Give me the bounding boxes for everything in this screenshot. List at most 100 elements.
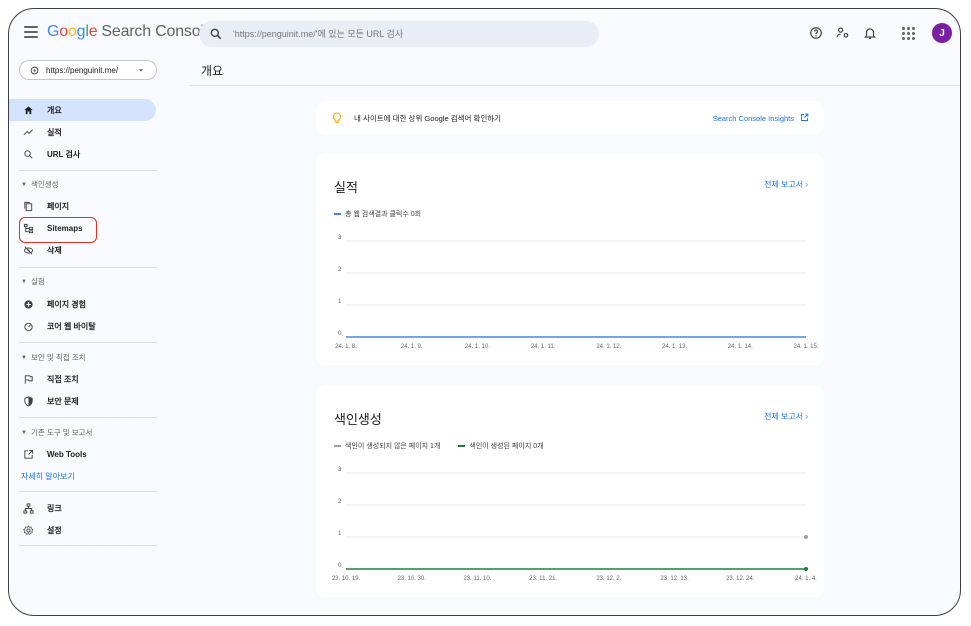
flag-icon	[23, 374, 34, 385]
sidebar-item-label: 삭제	[47, 245, 62, 255]
y-tick-label: 0	[338, 331, 342, 337]
sidebar-item-label: 페이지	[47, 201, 70, 211]
series-point	[804, 567, 808, 571]
x-tick-label: 23. 11. 10.	[463, 576, 491, 582]
x-tick-label: 24. 1. 11.	[531, 344, 556, 350]
sidebar-item-overview[interactable]: 개요	[9, 99, 156, 121]
x-tick-label: 23. 12. 13.	[660, 576, 689, 582]
legend-label: 총 웹 검색결과 클릭수 0회	[345, 211, 422, 218]
apps-button[interactable]	[896, 21, 920, 45]
search-input[interactable]	[233, 29, 573, 39]
divider	[19, 342, 157, 343]
y-tick-label: 3	[338, 467, 342, 473]
apps-grid-icon	[901, 26, 915, 40]
x-tick-label: 23. 10. 30.	[398, 576, 427, 582]
learn-more-link[interactable]: 자세히 알아보기	[21, 471, 75, 482]
help-button[interactable]	[804, 21, 828, 45]
shield-icon	[23, 395, 34, 407]
account-settings-button[interactable]	[831, 21, 855, 45]
property-selector[interactable]: https://penguinit.me/	[19, 60, 157, 80]
pages-icon	[23, 201, 34, 212]
manage-accounts-icon	[836, 27, 849, 38]
legend-swatch	[334, 213, 341, 215]
app-window: GoogleSearch Console J https://peng	[8, 8, 961, 616]
sidebar-item-links[interactable]: 링크	[13, 497, 155, 519]
indexing-title: 색인생성	[334, 412, 382, 427]
bell-icon	[863, 28, 877, 39]
search-icon	[210, 28, 222, 40]
section-experience[interactable]: ▼ 실험	[21, 276, 45, 287]
help-icon	[810, 27, 822, 39]
sidebar-item-label: 개요	[47, 105, 62, 115]
divider	[19, 417, 157, 418]
logo-letter: o	[67, 23, 77, 40]
sidebar-item-label: URL 검사	[47, 149, 81, 159]
divider	[19, 267, 157, 268]
section-title: 실험	[30, 277, 45, 286]
logo-letter: G	[47, 23, 60, 40]
logo-letter: o	[59, 23, 68, 40]
sidebar-item-security-issues[interactable]: 보안 문제	[13, 390, 155, 412]
menu-icon[interactable]	[24, 26, 38, 38]
legend-item[interactable]: 색인이 생성된 페이지 0개	[458, 441, 544, 451]
performance-title: 실적	[334, 180, 358, 195]
x-tick-label: 24. 1. 13.	[662, 344, 687, 350]
notifications-button[interactable]	[858, 21, 882, 45]
top-actions: J	[801, 21, 952, 45]
sidebar-item-core-web-vitals[interactable]: 코어 웹 바이탈	[13, 315, 155, 337]
y-tick-label: 1	[338, 299, 342, 305]
sidebar-item-settings[interactable]: 설정	[13, 519, 155, 541]
property-url: https://penguinit.me/	[46, 65, 119, 75]
section-security[interactable]: ▼ 보안 및 직접 조치	[21, 352, 86, 363]
sidebar-item-label: 실적	[47, 127, 62, 137]
report-link-label: 전체 보고서	[764, 412, 804, 421]
app-logo[interactable]: Google Search Console	[47, 23, 213, 41]
logo-letter: e	[88, 23, 98, 40]
sidebar-item-page-experience[interactable]: 페이지 경험	[13, 293, 155, 315]
x-tick-label: 24. 1. 4.	[795, 576, 817, 582]
section-title: 보안 및 직접 조치	[30, 353, 86, 362]
performance-card: 실적 전체 보고서 › 총 웹 검색결과 클릭수 0회 0 1 2 3 24. 1. 8…	[316, 153, 824, 365]
y-tick-label: 3	[338, 235, 342, 241]
sidebar-item-pages[interactable]: 페이지	[13, 195, 155, 217]
sidebar-item-label: 설정	[47, 525, 62, 535]
open-in-new-icon[interactable]	[800, 113, 809, 122]
x-tick-label: 24. 1. 8.	[335, 344, 357, 350]
chevron-down-icon	[139, 69, 143, 72]
url-inspect-search[interactable]	[199, 21, 599, 47]
indexing-full-report-link[interactable]: 전체 보고서 ›	[764, 411, 808, 422]
top-bar: GoogleSearch Console J	[9, 9, 960, 57]
caret-down-icon: ▼	[21, 354, 27, 361]
x-tick-label: 24. 1. 12.	[596, 344, 621, 350]
legend-item[interactable]: 총 웹 검색결과 클릭수 0회	[334, 209, 421, 219]
sidebar-item-label: 직접 조치	[47, 374, 79, 384]
section-indexing[interactable]: ▼ 색인생성	[21, 179, 59, 190]
sidebar-item-web-tools[interactable]: Web Tools	[13, 443, 155, 465]
x-tick-label: 23. 12. 24.	[726, 576, 755, 582]
sidebar-item-label: 페이지 경험	[47, 299, 87, 309]
series-point	[804, 535, 808, 539]
trending-icon	[23, 127, 34, 138]
insights-link[interactable]: Search Console Insights	[713, 114, 794, 123]
y-tick-label: 0	[338, 563, 342, 569]
chevron-right-icon: ›	[805, 180, 808, 189]
property-icon	[30, 66, 39, 74]
divider	[19, 170, 157, 171]
sidebar-item-performance[interactable]: 실적	[13, 121, 155, 143]
caret-down-icon: ▼	[21, 429, 27, 436]
x-tick-label: 24. 1. 9.	[401, 344, 423, 350]
sidebar: https://penguinit.me/ 개요 실적 URL 검사 ▼ 색인생성…	[9, 57, 159, 615]
performance-full-report-link[interactable]: 전체 보고서 ›	[764, 179, 808, 190]
sidebar-item-manual-actions[interactable]: 직접 조치	[13, 368, 155, 390]
x-tick-label: 23. 12. 2.	[596, 576, 621, 582]
sidebar-item-url-inspection[interactable]: URL 검사	[13, 143, 155, 165]
chevron-right-icon: ›	[805, 412, 808, 421]
section-legacy-tools[interactable]: ▼ 기존 도구 및 보고서	[21, 427, 92, 438]
avatar[interactable]: J	[932, 23, 952, 43]
indexing-legend: 색인이 생성되지 않은 페이지 1개 색인이 생성된 페이지 0개	[334, 441, 562, 451]
page-title: 개요	[201, 64, 224, 78]
indexing-card: 색인생성 전체 보고서 › 색인이 생성되지 않은 페이지 1개 색인이 생성된…	[316, 385, 824, 597]
page-experience-icon	[23, 299, 34, 310]
legend-item[interactable]: 색인이 생성되지 않은 페이지 1개	[334, 441, 440, 451]
y-tick-label: 2	[338, 499, 342, 505]
